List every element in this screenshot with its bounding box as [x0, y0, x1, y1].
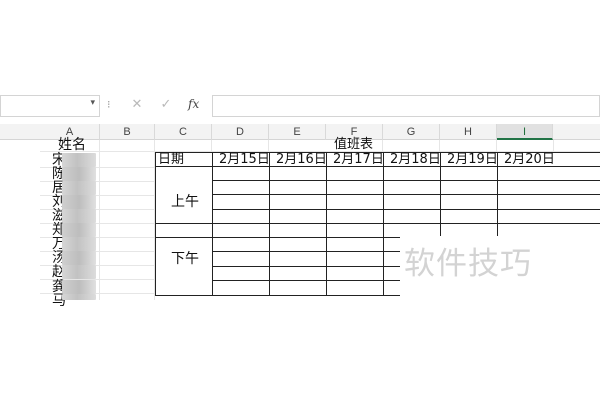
name-redaction	[62, 223, 96, 237]
table-border	[212, 209, 600, 210]
name-header: 姓名	[58, 137, 86, 153]
formula-bar-grip-icon: ⁝	[107, 98, 111, 111]
duty-table-title[interactable]: 值班表	[334, 137, 373, 153]
name-redaction	[62, 195, 96, 209]
table-border	[212, 180, 600, 181]
name-redaction	[62, 181, 96, 195]
name-redaction	[62, 294, 96, 300]
date-cell[interactable]: 2月20日	[504, 152, 555, 168]
table-border	[269, 152, 270, 296]
name-box-dropdown-icon[interactable]: ▾	[90, 98, 95, 108]
cancel-icon[interactable]: ✕	[128, 97, 146, 112]
column-header-d[interactable]: D	[212, 124, 269, 140]
table-border	[212, 266, 400, 267]
date-cell[interactable]: 2月17日	[333, 152, 384, 168]
name-redaction	[62, 237, 96, 251]
date-cell[interactable]: 2月18日	[390, 152, 441, 168]
table-border	[212, 152, 213, 296]
name-redaction	[62, 280, 96, 294]
insert-function-icon[interactable]: fx	[188, 97, 199, 111]
table-border	[212, 280, 400, 281]
column-header-g[interactable]: G	[383, 124, 440, 140]
gridline	[99, 140, 100, 300]
name-redaction	[62, 209, 96, 223]
column-header-b[interactable]: B	[100, 124, 155, 140]
watermark-text: 软件技巧	[404, 246, 532, 282]
enter-icon[interactable]: ✓	[157, 97, 175, 112]
formula-input[interactable]	[212, 95, 600, 117]
table-border	[212, 251, 400, 252]
name-redaction	[62, 153, 96, 167]
date-cell[interactable]: 2月15日	[219, 152, 270, 168]
name-redaction	[62, 251, 96, 265]
column-header-c[interactable]: C	[155, 124, 212, 140]
name-box[interactable]: ▾	[0, 95, 100, 117]
table-border	[326, 152, 327, 296]
table-border	[155, 152, 156, 296]
name-redaction	[62, 167, 96, 181]
table-border	[212, 194, 600, 195]
column-header-e[interactable]: E	[269, 124, 326, 140]
table-border	[155, 295, 400, 296]
column-header-i[interactable]: I	[497, 124, 553, 140]
date-header[interactable]: 日期	[158, 152, 184, 168]
date-cell[interactable]: 2月19日	[447, 152, 498, 168]
name-redaction	[62, 265, 96, 279]
afternoon-label[interactable]: 下午	[171, 251, 199, 267]
table-border	[155, 223, 600, 224]
column-header-h[interactable]: H	[440, 124, 497, 140]
morning-label[interactable]: 上午	[171, 194, 199, 210]
date-cell[interactable]: 2月16日	[276, 152, 327, 168]
table-border	[383, 152, 384, 296]
